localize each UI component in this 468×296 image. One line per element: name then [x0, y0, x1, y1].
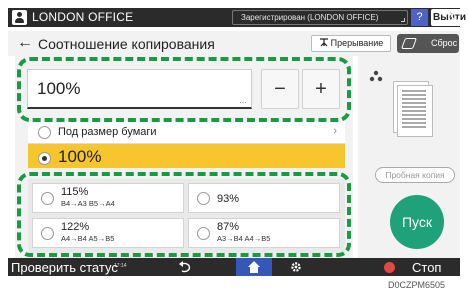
interrupt-label: Прерывание	[330, 38, 384, 48]
home-button[interactable]	[236, 258, 272, 276]
home-icon	[248, 261, 260, 273]
proof-copy-button[interactable]: Пробная копия	[375, 167, 455, 183]
callout-zoom-input	[17, 57, 351, 122]
selected-ratio-radio[interactable]	[38, 152, 51, 165]
start-button[interactable]: Пуск	[390, 195, 444, 249]
callout-preset-ratios	[17, 172, 351, 257]
bottom-bar: Проверить статус 17:14 Стоп	[8, 258, 460, 276]
user-name: LONDON OFFICE	[32, 10, 134, 24]
gear-icon[interactable]	[290, 261, 302, 273]
dropdown-corner-icon	[401, 18, 405, 22]
clock: 17:14	[114, 263, 127, 269]
copy-dots-icon	[369, 70, 383, 82]
interrupt-icon	[319, 38, 328, 47]
fit-to-paper-option[interactable]: Под размер бумаги ›	[28, 121, 345, 144]
undo-icon[interactable]	[178, 261, 192, 273]
interrupt-button[interactable]: Прерывание	[311, 35, 391, 52]
eraser-icon	[400, 38, 418, 49]
moon-icon[interactable]	[447, 11, 459, 23]
selected-ratio-label: 100%	[58, 147, 102, 166]
selected-ratio-option[interactable]: 100%	[28, 144, 345, 168]
login-status-text: Зарегистрирован (LONDON OFFICE)	[241, 13, 379, 22]
chevron-right-icon: ›	[333, 125, 337, 137]
document-preview-icon	[393, 81, 433, 137]
help-button[interactable]: ?	[411, 9, 428, 26]
figure-code: D0CZPM6505	[388, 280, 446, 290]
title-bar: ← Соотношение копирования Прерывание Сбр…	[8, 31, 460, 56]
top-bar: LONDON OFFICE Зарегистрирован (LONDON OF…	[8, 8, 468, 27]
reset-button[interactable]: Сброс	[397, 34, 459, 53]
user-icon	[12, 10, 27, 25]
login-status-field[interactable]: Зарегистрирован (LONDON OFFICE)	[232, 10, 408, 25]
check-status-button[interactable]: Проверить статус	[11, 259, 118, 276]
stop-button[interactable]: Стоп	[412, 259, 441, 276]
page-title: Соотношение копирования	[38, 36, 215, 52]
fit-to-paper-label: Под размер бумаги	[58, 126, 157, 138]
fit-to-paper-radio[interactable]	[38, 126, 51, 139]
back-arrow-icon[interactable]: ←	[17, 35, 33, 51]
reset-label: Сброс	[431, 38, 458, 48]
stop-icon[interactable]	[384, 262, 395, 273]
